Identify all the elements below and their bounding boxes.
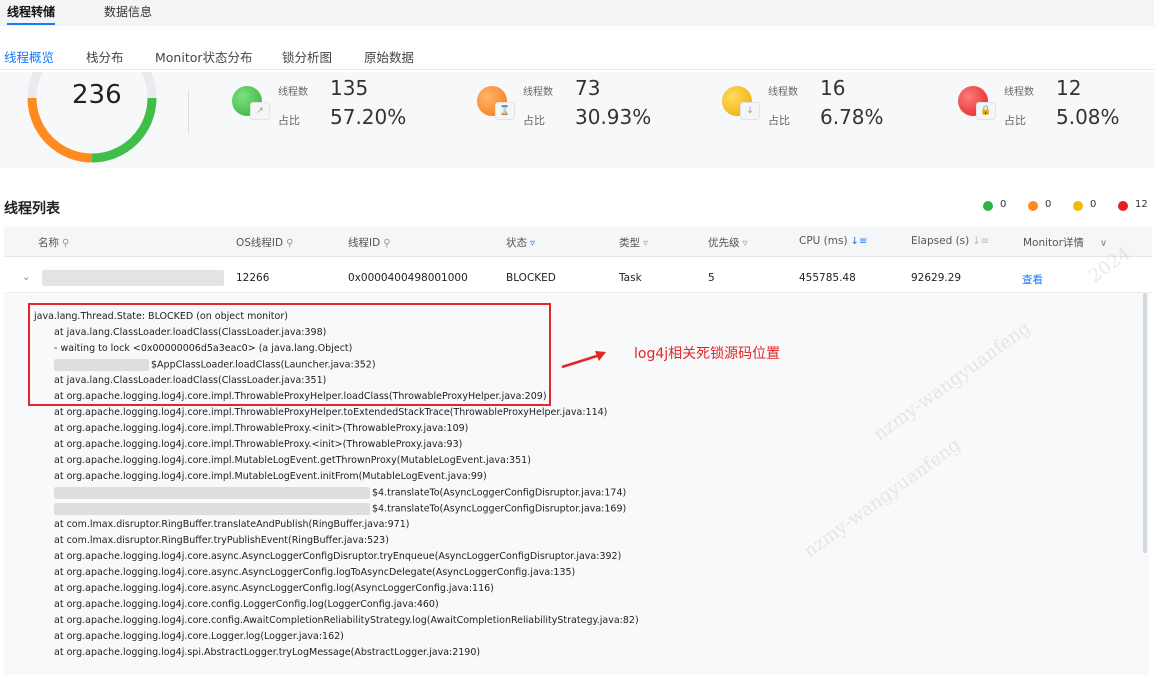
sort-icon[interactable]: ↓≡: [851, 236, 868, 247]
tab-stack-distribution[interactable]: 栈分布: [86, 47, 124, 66]
sort-icon[interactable]: ↓≡: [972, 236, 989, 247]
stack-trace-scrollbar[interactable]: [1143, 293, 1147, 553]
search-icon[interactable]: ⚲: [286, 238, 293, 249]
stat-count-value: 73: [575, 76, 601, 100]
stat-card-runnable: ↗ 线程数 135 占比 57.20%: [232, 72, 442, 168]
stat-ratio-label: 占比: [523, 114, 545, 127]
stack-line: at org.apache.logging.log4j.core.impl.Th…: [54, 439, 463, 450]
tab-thread-overview[interactable]: 线程概览: [4, 47, 55, 79]
yellow-dot-icon: [1073, 201, 1083, 211]
stat-ratio-value: 5.08%: [1056, 105, 1120, 129]
cell-cpu: 455785.48: [799, 272, 856, 284]
collapse-icon[interactable]: ⌄: [22, 272, 30, 283]
thread-summary-panel: 236 ↗ 线程数 135 占比 57.20% ⌛ 线程数 73 占比 30.9…: [0, 72, 1154, 168]
column-priority: 优先级 ▿: [708, 237, 748, 249]
legend-count: 0: [1045, 199, 1052, 210]
stack-line: at org.apache.logging.log4j.spi.Abstract…: [54, 647, 481, 658]
redacted-thread-name: [42, 270, 224, 286]
green-dot-icon: [983, 201, 993, 211]
download-icon: ↓: [740, 102, 760, 120]
column-type: 类型 ▿: [619, 237, 649, 249]
legend-count: 0: [1090, 199, 1097, 210]
stack-line: at org.apache.logging.log4j.core.async.A…: [54, 551, 622, 562]
deadlock-annotation: log4j相关死锁源码位置: [634, 346, 781, 362]
stack-line: at org.apache.logging.log4j.core.impl.Th…: [54, 423, 469, 434]
tab-raw-data[interactable]: 原始数据: [364, 47, 414, 66]
stat-card-timed-waiting: ↓ 线程数 16 占比 6.78%: [722, 72, 932, 168]
orange-dot-icon: [1028, 201, 1038, 211]
stat-ratio-label: 占比: [1004, 114, 1026, 127]
cell-elapsed: 92629.29: [911, 272, 962, 284]
trend-icon: ↗: [250, 102, 270, 120]
stack-line: $4.translateTo(AsyncLoggerConfigDisrupto…: [54, 503, 626, 515]
stack-line: at org.apache.logging.log4j.core.config.…: [54, 599, 439, 610]
stack-line: at org.apache.logging.log4j.core.impl.Mu…: [54, 455, 531, 466]
filter-icon[interactable]: ▿: [643, 238, 648, 249]
tab-data-info[interactable]: 数据信息: [104, 3, 152, 20]
stat-count-value: 16: [820, 76, 846, 100]
filter-icon[interactable]: ▿: [530, 238, 535, 249]
thread-list-title: 线程列表: [4, 201, 60, 217]
search-icon[interactable]: ⚲: [383, 238, 390, 249]
lock-icon: 🔒: [976, 102, 996, 120]
thread-table-header: 名称 ⚲ OS线程ID ⚲ 线程ID ⚲ 状态 ▿ 类型 ▿ 优先级 ▿ CPU (ms) ↓…: [4, 227, 1152, 257]
annotation-arrow-icon: [561, 351, 606, 369]
cell-state: BLOCKED: [506, 272, 556, 284]
stack-line: at com.lmax.disruptor.RingBuffer.transla…: [54, 519, 410, 530]
column-elapsed: Elapsed (s) ↓≡: [911, 235, 990, 247]
stat-count-label: 线程数: [523, 87, 553, 98]
stat-card-waiting: ⌛ 线程数 73 占比 30.93%: [477, 72, 687, 168]
stat-count-value: 12: [1056, 76, 1082, 100]
stat-card-blocked: 🔒 线程数 12 占比 5.08%: [958, 72, 1154, 168]
legend-count: 12: [1135, 199, 1148, 210]
column-name: 名称 ⚲: [38, 237, 70, 249]
stack-line: at org.apache.logging.log4j.core.config.…: [54, 615, 639, 626]
column-state: 状态 ▿: [506, 237, 536, 249]
stat-ratio-value: 57.20%: [330, 105, 407, 129]
stack-line: $4.translateTo(AsyncLoggerConfigDisrupto…: [54, 487, 626, 499]
stat-count-label: 线程数: [1004, 87, 1034, 98]
stat-ratio-value: 30.93%: [575, 105, 652, 129]
stat-count-label: 线程数: [278, 87, 308, 98]
stack-line: at org.apache.logging.log4j.core.impl.Mu…: [54, 471, 487, 482]
column-cpu: CPU (ms) ↓≡: [799, 235, 868, 247]
redacted-text: [54, 487, 370, 499]
column-thread-id: 线程ID ⚲: [348, 237, 391, 249]
cell-priority: 5: [708, 272, 715, 284]
table-row[interactable]: ⌄ 12266 0x0000400498001000 BLOCKED Task …: [4, 265, 1152, 293]
stat-ratio-label: 占比: [768, 114, 790, 127]
deadlock-highlight-box: [28, 303, 551, 406]
column-os-thread-id: OS线程ID ⚲: [236, 237, 294, 249]
chevron-down-icon[interactable]: ∨: [1100, 238, 1107, 249]
tab-lock-analysis[interactable]: 锁分析图: [282, 47, 332, 66]
legend-count: 0: [1000, 199, 1007, 210]
red-dot-icon: [1118, 201, 1128, 211]
sub-tab-bar: 线程概览 栈分布 Monitor状态分布 锁分析图 原始数据: [0, 36, 1154, 79]
stat-count-value: 135: [330, 76, 369, 100]
filter-icon[interactable]: ▿: [743, 238, 748, 249]
view-monitor-link[interactable]: 查看: [1022, 272, 1043, 287]
cell-type: Task: [619, 272, 642, 284]
redacted-text: [54, 503, 370, 515]
stack-line: at org.apache.logging.log4j.core.Logger.…: [54, 631, 344, 642]
stack-line: at org.apache.logging.log4j.core.impl.Th…: [54, 407, 608, 418]
stack-line: at org.apache.logging.log4j.core.async.A…: [54, 583, 494, 594]
tab-monitor-distribution[interactable]: Monitor状态分布: [155, 47, 253, 66]
summary-divider: [188, 90, 189, 134]
stack-line: at com.lmax.disruptor.RingBuffer.tryPubl…: [54, 535, 389, 546]
stack-line: at org.apache.logging.log4j.core.async.A…: [54, 567, 576, 578]
stat-ratio-value: 6.78%: [820, 105, 884, 129]
stat-count-label: 线程数: [768, 87, 798, 98]
stat-ratio-label: 占比: [278, 114, 300, 127]
total-thread-count: 236: [72, 80, 122, 110]
hourglass-icon: ⌛: [495, 102, 515, 120]
column-monitor-details: Monitor详情 ∨: [1023, 237, 1108, 249]
cell-os-thread-id: 12266: [236, 272, 270, 284]
cell-thread-id: 0x0000400498001000: [348, 272, 468, 284]
search-icon[interactable]: ⚲: [62, 238, 69, 249]
top-tab-bar: 线程转储 数据信息: [0, 0, 1154, 26]
tab-thread-dump[interactable]: 线程转储: [7, 3, 56, 25]
